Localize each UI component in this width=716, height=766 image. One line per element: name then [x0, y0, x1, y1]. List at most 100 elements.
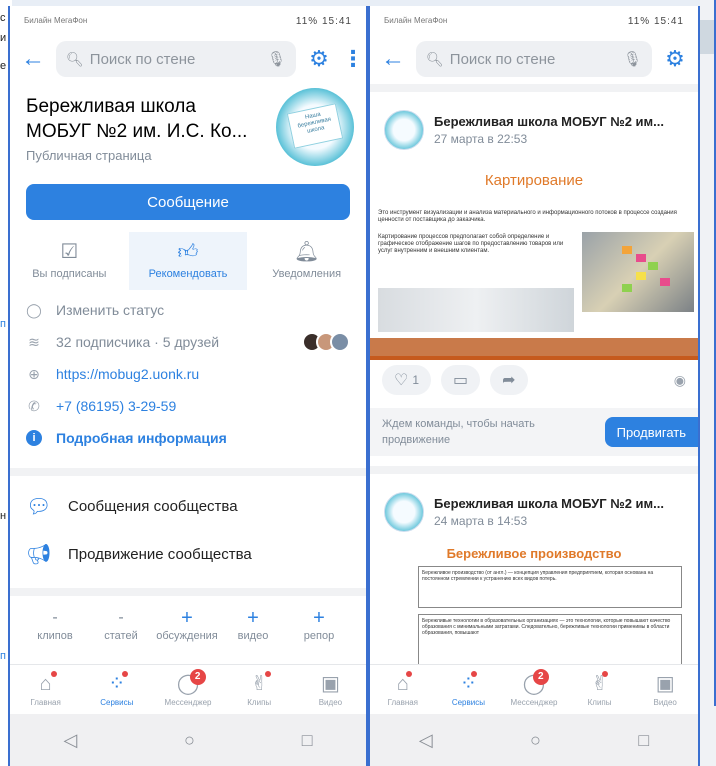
counter-label: репор	[303, 630, 335, 642]
post-author-avatar[interactable]	[384, 110, 424, 150]
nav-recents-icon[interactable]: □	[638, 730, 649, 751]
clips-counter[interactable]: - клипов	[22, 608, 88, 646]
share-icon: ➦	[502, 372, 516, 389]
nav-home-icon[interactable]: ○	[530, 730, 541, 751]
more-vertical-icon[interactable]: ⋮	[342, 46, 364, 72]
microphone-icon[interactable]: 🎙︎	[267, 50, 286, 68]
search-input[interactable]: 🔍︎ Поиск по стене 🎙︎	[56, 41, 296, 77]
subscribers-row[interactable]: ≋ 32 подписчика · 5 друзей	[26, 326, 350, 358]
details-link[interactable]: Подробная информация	[56, 430, 227, 446]
recommend-label: Рекомендовать	[148, 268, 228, 280]
status-bar: Билайн МегаФон 11% 15:41	[370, 6, 698, 36]
tab-services[interactable]: ⁘ Сервисы	[81, 665, 152, 714]
right-phone-screen: Билайн МегаФон 11% 15:41 ← 🔍︎ Поиск по с…	[368, 6, 700, 766]
like-button[interactable]: ♡ 1	[382, 365, 432, 395]
share-button[interactable]: ➦	[490, 365, 528, 395]
tab-messenger[interactable]: 2 ◯ Мессенджер	[501, 665, 567, 714]
videos-counter[interactable]: + видео	[220, 608, 286, 646]
section-divider	[10, 468, 366, 476]
counter-label: статей	[104, 630, 138, 642]
website-row[interactable]: ⊕ https://mobug2.uonk.ru	[26, 358, 350, 390]
counter-value: +	[181, 607, 193, 629]
video-icon: ▣	[655, 672, 675, 695]
nav-recents-icon[interactable]: □	[302, 730, 313, 751]
search-placeholder: Поиск по стене	[89, 50, 196, 68]
details-row[interactable]: i Подробная информация	[26, 422, 350, 454]
avatar	[330, 332, 350, 352]
info-icon: i	[26, 430, 42, 446]
info-list: ◯ Изменить статус ≋ 32 подписчика · 5 др…	[10, 290, 366, 458]
section-divider	[370, 466, 698, 474]
tab-clips[interactable]: ✌ Клипы	[567, 665, 633, 714]
search-icon: 🔍︎	[426, 50, 444, 67]
message-button[interactable]: Сообщение	[26, 184, 350, 220]
tab-video[interactable]: ▣ Видео	[295, 665, 366, 714]
sticky-note	[636, 254, 646, 262]
phone-link[interactable]: +7 (86195) 3-29-59	[56, 398, 176, 414]
post-image-title: Бережливое производство	[446, 546, 622, 561]
megaphone-icon: 📢︎	[26, 543, 52, 566]
post-author[interactable]: Бережливая школа МОБУГ №2 им...	[434, 496, 664, 511]
friend-avatars	[302, 332, 350, 352]
top-bar: ← 🔍︎ Поиск по стене 🎙︎ ⚙	[370, 36, 698, 82]
tab-services[interactable]: ⁘ Сервисы	[436, 665, 502, 714]
tab-messenger[interactable]: 2 ◯ Мессенджер	[152, 665, 223, 714]
status-right: 11% 15:41	[295, 15, 352, 27]
search-placeholder: Поиск по стене	[449, 50, 556, 68]
status-bubble-icon: ◯	[26, 301, 42, 318]
tab-label: Главная	[30, 697, 61, 707]
change-status-label: Изменить статус	[56, 302, 165, 318]
microphone-icon[interactable]: 🎙︎	[623, 50, 642, 68]
gear-icon[interactable]: ⚙	[662, 46, 688, 72]
discussions-counter[interactable]: + обсуждения	[154, 608, 220, 646]
phone-row[interactable]: ✆ +7 (86195) 3-29-59	[26, 390, 350, 422]
android-nav-bar: ◁ ○ □	[370, 714, 698, 766]
reports-counter[interactable]: + репор	[286, 608, 352, 646]
notification-dot	[264, 671, 271, 677]
counter-label: видео	[237, 630, 269, 642]
tab-home[interactable]: ⌂ Главная	[370, 665, 436, 714]
search-input[interactable]: 🔍︎ Поиск по стене 🎙︎	[416, 41, 652, 77]
back-arrow-icon[interactable]: ←	[380, 45, 406, 73]
community-messages-item[interactable]: 💬︎ Сообщения сообщества	[26, 482, 350, 530]
nav-back-icon[interactable]: ◁	[419, 730, 433, 751]
promote-button[interactable]: Продвигать	[604, 417, 698, 447]
like-count: 1	[412, 373, 420, 387]
sticky-note	[622, 246, 632, 254]
notification-dot	[405, 671, 412, 677]
post-image-photo	[582, 232, 694, 312]
sticky-note	[622, 284, 632, 292]
post-image[interactable]: Картирование Это инструмент визуализации…	[370, 160, 698, 360]
post-image-text: Картирование процессов предполагает собо…	[378, 234, 564, 254]
left-phone-screen: Билайн МегаФон 11% 15:41 ← 🔍︎ Поиск по с…	[8, 6, 368, 766]
notifications-action[interactable]: 🔔︎ Уведомления	[247, 232, 366, 290]
tab-clips[interactable]: ✌ Клипы	[224, 665, 295, 714]
nav-back-icon[interactable]: ◁	[63, 730, 77, 751]
back-arrow-icon[interactable]: ←	[20, 45, 46, 73]
section-divider	[370, 84, 698, 92]
articles-counter[interactable]: - статей	[88, 608, 154, 646]
post-reactions: ♡ 1 ▭ ➦ ◉	[370, 360, 698, 400]
post-date: 27 марта в 22:53	[434, 132, 528, 146]
sticky-note	[636, 272, 646, 280]
post-author-avatar[interactable]	[384, 492, 424, 532]
counter-value: -	[52, 609, 58, 626]
community-promotion-item[interactable]: 📢︎ Продвижение сообщества	[26, 530, 350, 578]
gear-icon[interactable]: ⚙	[306, 46, 332, 72]
community-promotion-label: Продвижение сообщества	[68, 545, 252, 563]
website-link[interactable]: https://mobug2.uonk.ru	[56, 366, 199, 382]
tab-label: Клипы	[587, 697, 612, 707]
recommend-action[interactable]: 👍︎ Рекомендовать	[128, 232, 248, 290]
check-square-icon: ☑	[60, 241, 79, 263]
post-author[interactable]: Бережливая школа МОБУГ №2 им...	[434, 114, 664, 129]
post-image[interactable]: Бережливое производство Бережливое произ…	[370, 536, 698, 676]
nav-home-icon[interactable]: ○	[184, 730, 195, 751]
change-status-row[interactable]: ◯ Изменить статус	[26, 294, 350, 326]
comment-button[interactable]: ▭	[441, 365, 481, 395]
subscribed-action[interactable]: ☑ Вы подписаны	[10, 232, 129, 290]
bottom-tab-bar: ⌂ Главная ⁘ Сервисы 2 ◯ Мессенджер ✌ Клипы ▣ В…	[10, 664, 366, 714]
chat-bubble-icon: 💬︎	[26, 495, 52, 518]
community-avatar[interactable]: Наша бережливая школа	[276, 88, 354, 166]
tab-home[interactable]: ⌂ Главная	[10, 665, 81, 714]
tab-video[interactable]: ▣ Видео	[632, 665, 698, 714]
